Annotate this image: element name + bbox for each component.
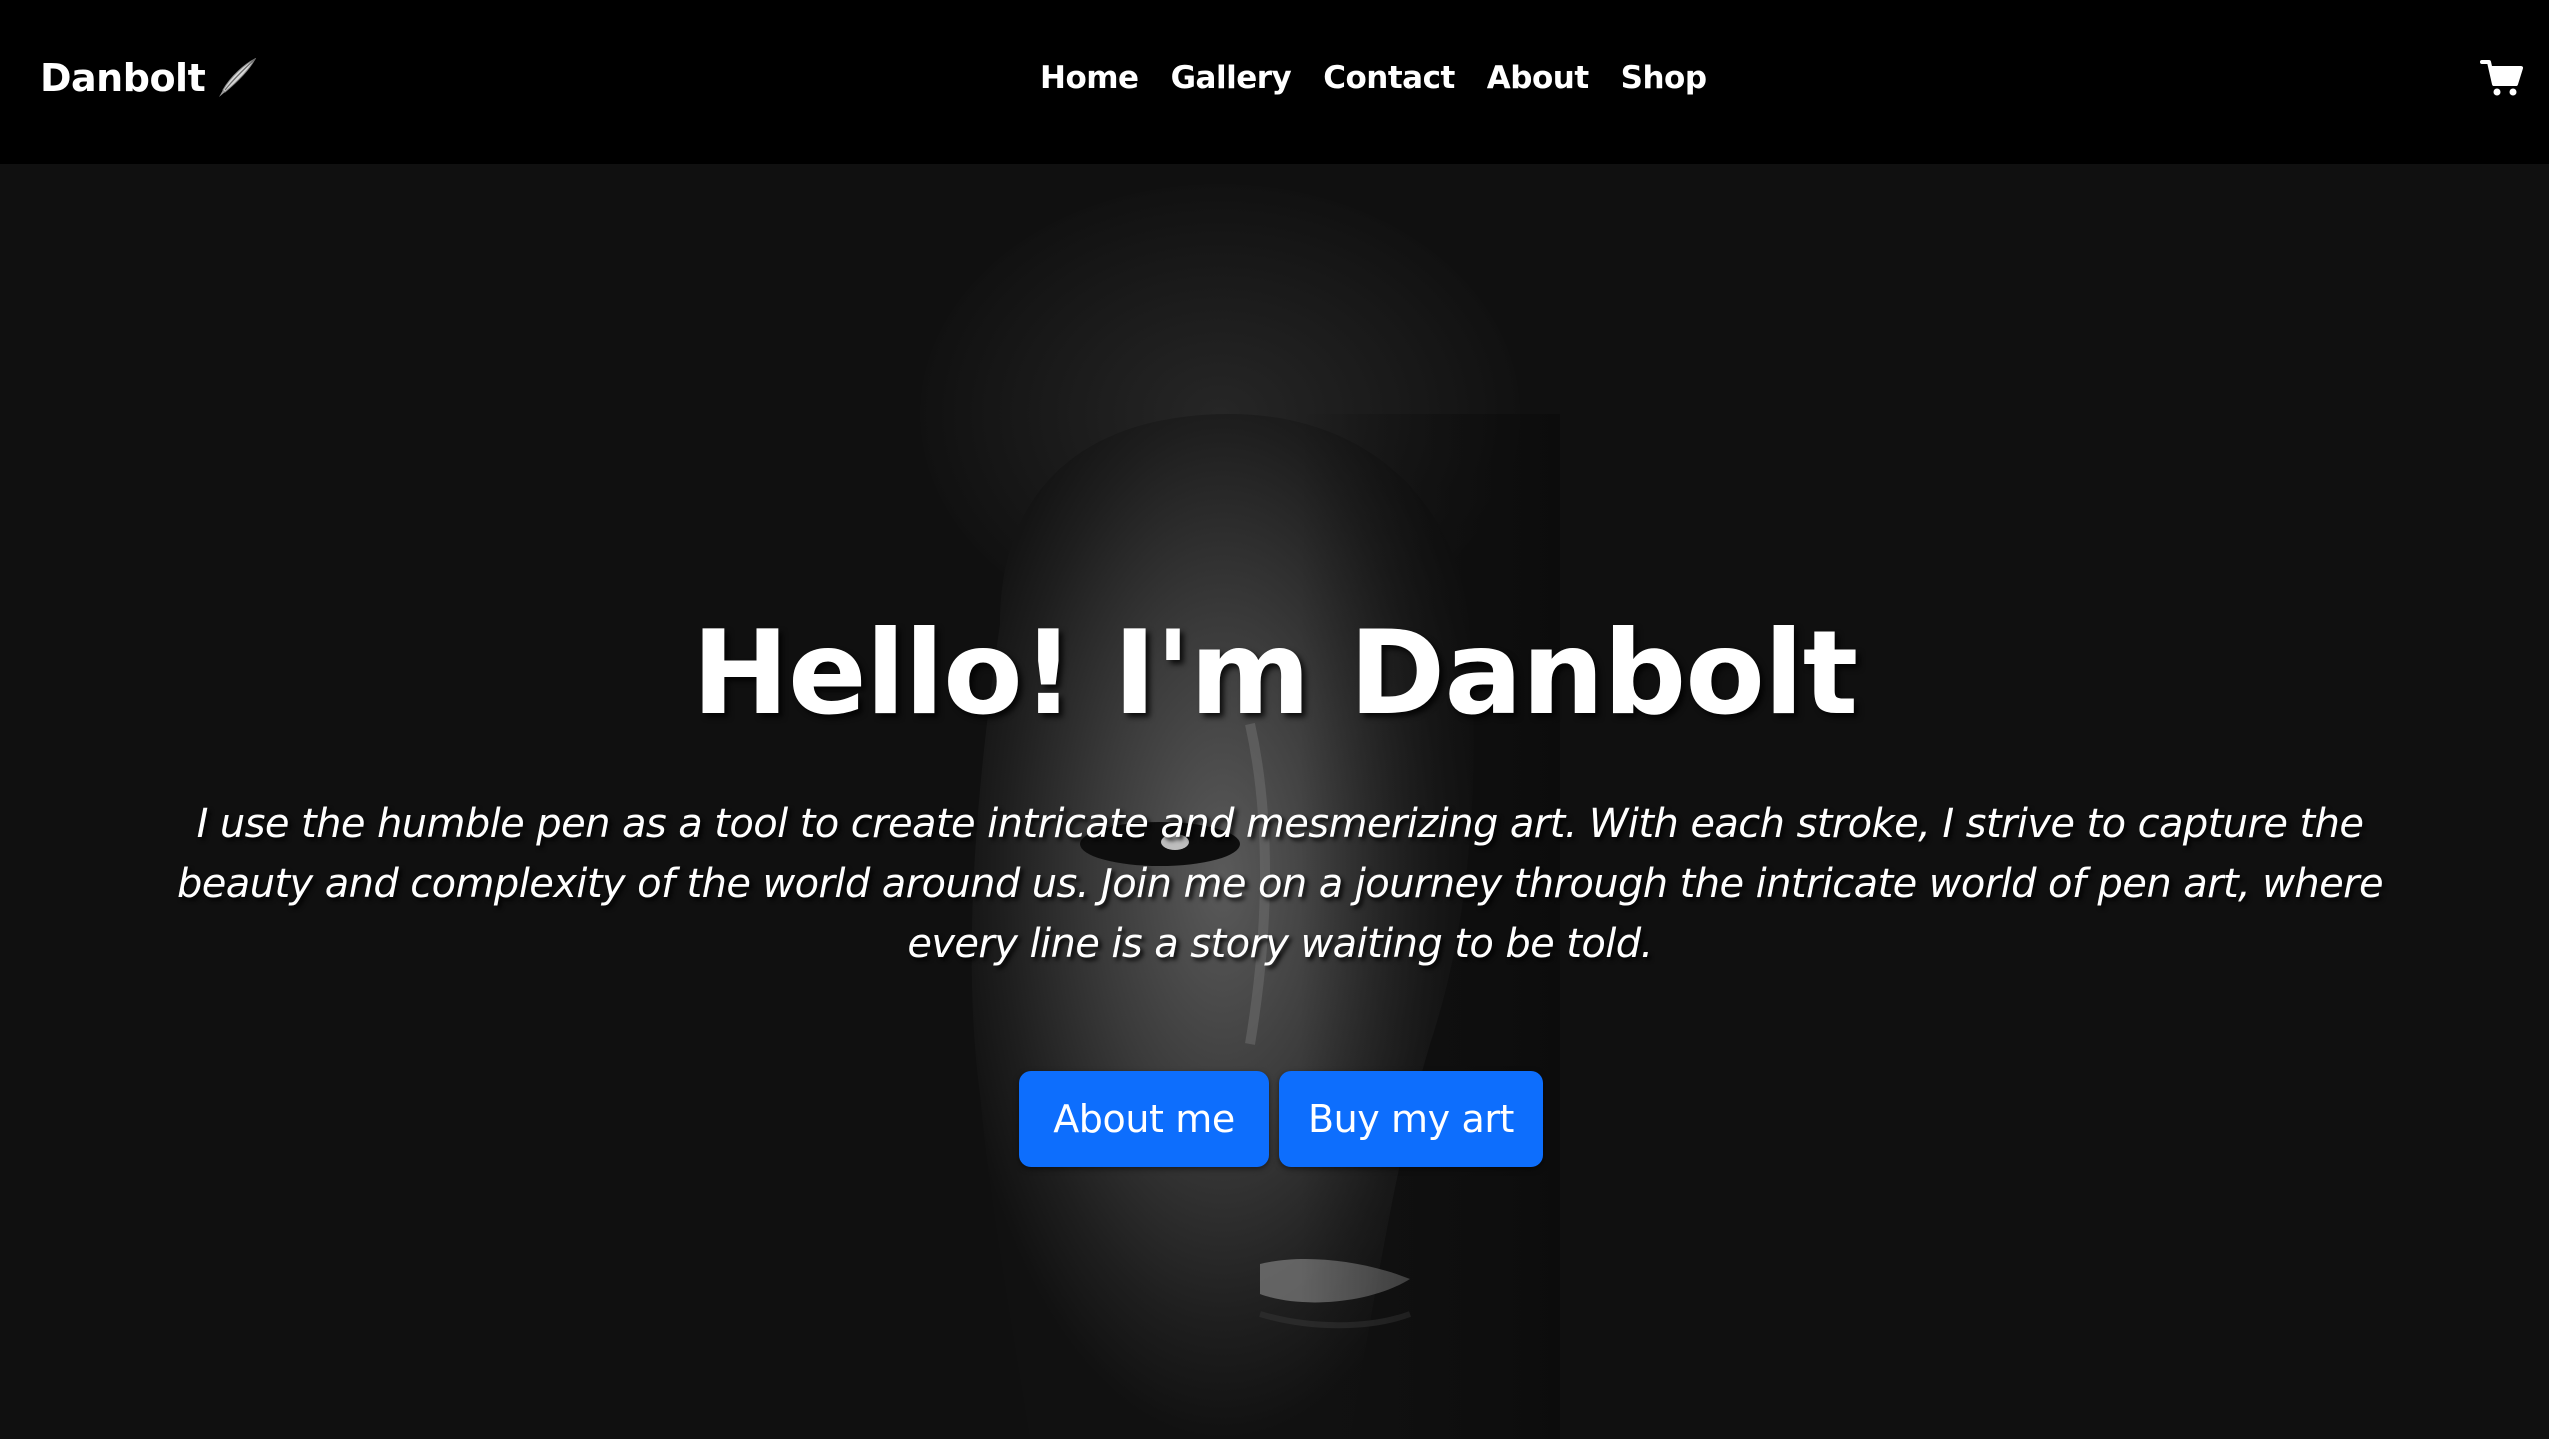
nav-home[interactable]: Home — [1040, 60, 1139, 96]
buy-my-art-button[interactable]: Buy my art — [1279, 1071, 1543, 1167]
hero-buttons: About me Buy my art — [1019, 1071, 1543, 1167]
nav-shop[interactable]: Shop — [1621, 60, 1707, 96]
navbar: Danbolt Home Gallery Contact About Shop — [0, 0, 2549, 164]
about-me-button[interactable]: About me — [1019, 1071, 1269, 1167]
hero-title: Hello! I'm Danbolt — [691, 606, 1858, 741]
nav-gallery[interactable]: Gallery — [1171, 60, 1292, 96]
brand-link[interactable]: Danbolt — [40, 50, 259, 106]
hero-section: Hello! I'm Danbolt I use the humble pen … — [0, 164, 2549, 1439]
nav-links: Home Gallery Contact About Shop — [1040, 50, 1707, 106]
hero-content: Hello! I'm Danbolt I use the humble pen … — [0, 164, 2549, 1439]
shopping-cart-icon[interactable] — [2480, 56, 2524, 100]
nav-contact[interactable]: Contact — [1323, 60, 1455, 96]
nav-about[interactable]: About — [1487, 60, 1589, 96]
quill-pen-icon — [215, 56, 259, 100]
brand-name: Danbolt — [40, 56, 206, 100]
hero-description: I use the humble pen as a tool to create… — [176, 801, 2384, 967]
